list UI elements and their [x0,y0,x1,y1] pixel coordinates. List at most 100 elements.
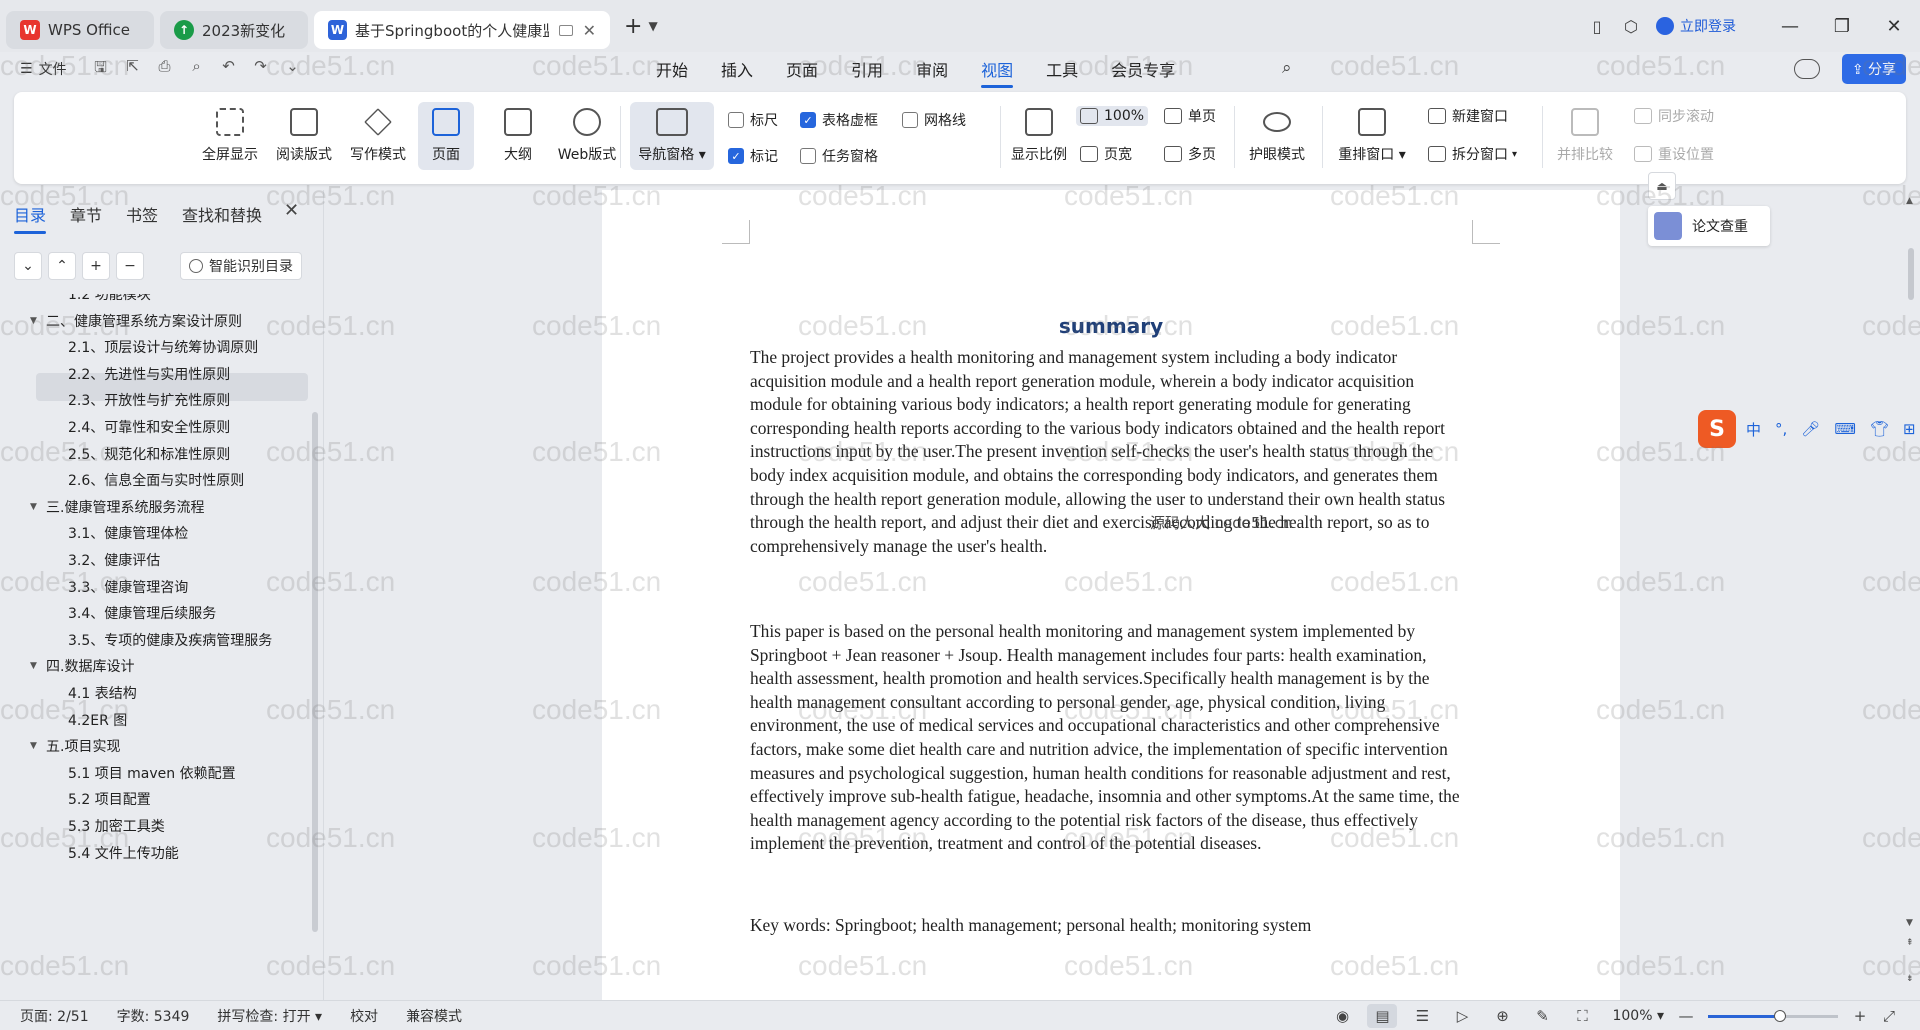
zoom-slider[interactable] [1708,1009,1838,1022]
toc-item[interactable]: 3.3、健康管理咨询 [68,573,188,601]
side-by-side-button[interactable]: 并排比较 [1552,102,1618,170]
ime-chinese-mode[interactable]: 中 [1746,419,1761,440]
proofread-button[interactable]: 校对 [350,1006,378,1026]
globe-icon[interactable]: ⊕ [1482,1007,1522,1025]
menu-review[interactable]: 审阅 [916,57,948,81]
layout-icon[interactable]: ▯ [1580,17,1614,36]
collapse-up-button[interactable]: ⌃ [48,252,76,280]
page-indicator[interactable]: 页面: 2/51 [20,1006,89,1026]
fullscreen-icon[interactable]: ⤢ [1872,1007,1906,1025]
restore-button[interactable]: ❐ [1816,16,1868,37]
tab-toc[interactable]: 目录 [14,202,47,234]
table-gridlines-checkbox[interactable]: ✓ 表格虚框 [800,110,878,130]
minimize-button[interactable]: — [1764,16,1816,37]
collapse-arrow-icon[interactable]: ▼ [30,741,46,751]
toc-item[interactable]: 2.4、可靠性和安全性原则 [68,413,230,441]
toc-item[interactable]: 2.3、开放性与扩充性原则 [68,386,230,414]
toc-item[interactable]: 3.2、健康评估 [68,546,160,574]
pen-icon[interactable]: ✎ [1522,1007,1562,1025]
zoom-100-button[interactable]: 100% [1076,106,1149,126]
add-heading-button[interactable]: + [82,252,110,280]
sogou-logo-icon[interactable]: S [1698,410,1736,448]
collapse-arrow-icon[interactable]: ▼ [30,661,46,671]
zoom-slider-knob[interactable] [1773,1009,1786,1022]
menu-insert[interactable]: 插入 [721,57,753,81]
login-button[interactable]: 立即登录 [1656,16,1736,36]
tab-2023-changes[interactable]: ↑ 2023新变化 [160,11,308,49]
menu-tools[interactable]: 工具 [1046,57,1078,81]
web-view-button[interactable]: Web版式 [552,102,622,170]
outline-view-icon[interactable]: ☰ [1402,1007,1442,1025]
remove-heading-button[interactable]: − [116,252,144,280]
collapse-sidebar-button[interactable]: ⏏ [1648,172,1676,200]
toc-item[interactable]: 3.4、健康管理后续服务 [68,599,216,627]
tab-chapters[interactable]: 章节 [70,202,102,226]
scroll-thumb[interactable] [1908,248,1914,300]
menu-start[interactable]: 开始 [656,57,688,81]
next-page-icon[interactable]: ⇟ [1906,974,1914,984]
keyboard-icon[interactable]: ⌨ [1834,420,1856,438]
zoom-out-button[interactable]: — [1674,1007,1698,1025]
monitor-icon[interactable] [559,24,573,36]
toc-item[interactable]: 2.2、先进性与实用性原则 [68,360,230,388]
toc-item[interactable]: 5.2 项目配置 [68,785,151,813]
multi-page-button[interactable]: 多页 [1164,144,1216,164]
ruler-checkbox[interactable]: 标尺 [728,110,778,130]
toc-item[interactable]: 5.1 项目 maven 依赖配置 [68,759,236,787]
page-width-button[interactable]: 页宽 [1080,144,1132,164]
reset-position-button[interactable]: 重设位置 [1634,144,1714,164]
document-page[interactable]: summary The project provides a health mo… [602,190,1620,1000]
share-button[interactable]: ⇪ 分享 [1841,54,1906,84]
close-tab-icon[interactable]: ✕ [583,21,596,40]
menu-page[interactable]: 页面 [786,57,818,81]
search-icon[interactable]: ⌕ [1282,58,1292,78]
toc-item[interactable]: ▼ 四.数据库设计 [30,652,134,680]
undo-icon[interactable]: ↶ [213,57,245,82]
fit-page-icon[interactable]: ⛶ [1562,1007,1602,1025]
pane-scrollbar[interactable] [312,412,318,932]
toc-item[interactable]: 4.1 表结构 [68,679,137,707]
toc-item[interactable]: 4.2ER 图 [68,706,127,734]
toc-item[interactable]: ▼ 五.项目实现 [30,732,120,760]
close-window-button[interactable]: ✕ [1868,16,1920,37]
menu-reference[interactable]: 引用 [851,57,883,81]
prev-page-icon[interactable]: ⇞ [1906,938,1914,948]
document-scrollbar[interactable]: ▲ ▼ ⇞ ⇟ [1906,196,1916,986]
export-icon[interactable]: ⇱ [117,57,149,82]
scroll-up-icon[interactable]: ▲ [1906,196,1913,206]
cube-icon[interactable]: ⬡ [1614,17,1648,36]
toc-item[interactable]: 2.1、顶层设计与统筹协调原则 [68,333,258,361]
print-preview-icon[interactable]: ⌕ [181,57,213,82]
menu-view[interactable]: 视图 [981,57,1014,88]
markup-checkbox[interactable]: ✓ 标记 [728,146,778,166]
eye-icon[interactable]: ◉ [1322,1007,1362,1025]
toc-item[interactable]: ▼ 二、健康管理系统方案设计原则 [30,307,242,335]
expand-down-button[interactable]: ⌄ [14,252,42,280]
chevron-down-icon[interactable]: ⌄ [277,57,309,82]
gridlines-checkbox[interactable]: 网格线 [902,110,966,130]
tab-bookmarks[interactable]: 书签 [126,202,158,226]
tab-find-replace[interactable]: 查找和替换 [182,202,262,226]
zoom-ratio-button[interactable]: 显示比例 [1004,102,1074,170]
zoom-level[interactable]: 100% ▾ [1612,1008,1664,1024]
toc-item[interactable]: 5.4 文件上传功能 [68,839,179,867]
new-tab-button[interactable]: + [624,14,642,39]
shirt-icon[interactable]: 👕︎ [1870,420,1889,438]
page-view-icon[interactable]: ▤ [1367,1004,1398,1028]
paper-check-button[interactable]: 论文查重 [1648,206,1770,246]
scroll-down-icon[interactable]: ▼ [1906,918,1913,928]
toc-item[interactable]: 5.3 加密工具类 [68,812,165,840]
smart-toc-button[interactable]: 智能识别目录 [180,252,302,280]
task-pane-checkbox[interactable]: 任务窗格 [800,146,878,166]
new-window-button[interactable]: 新建窗口 [1428,106,1508,126]
print-icon[interactable]: ⎙ [149,57,181,82]
tab-wps-office[interactable]: W WPS Office [6,11,154,49]
sync-scroll-button[interactable]: 同步滚动 [1634,106,1714,126]
close-pane-icon[interactable]: ✕ [284,200,299,221]
toc-item[interactable]: ▼ 三.健康管理系统服务流程 [30,493,204,521]
collapse-arrow-icon[interactable]: ▼ [30,316,46,326]
reading-mode-button[interactable]: 阅读版式 [274,102,334,170]
punctuation-icon[interactable]: °, [1775,420,1787,438]
menu-member[interactable]: 会员专享 [1111,57,1175,81]
file-menu-button[interactable]: ☰ 文件 [20,59,67,79]
